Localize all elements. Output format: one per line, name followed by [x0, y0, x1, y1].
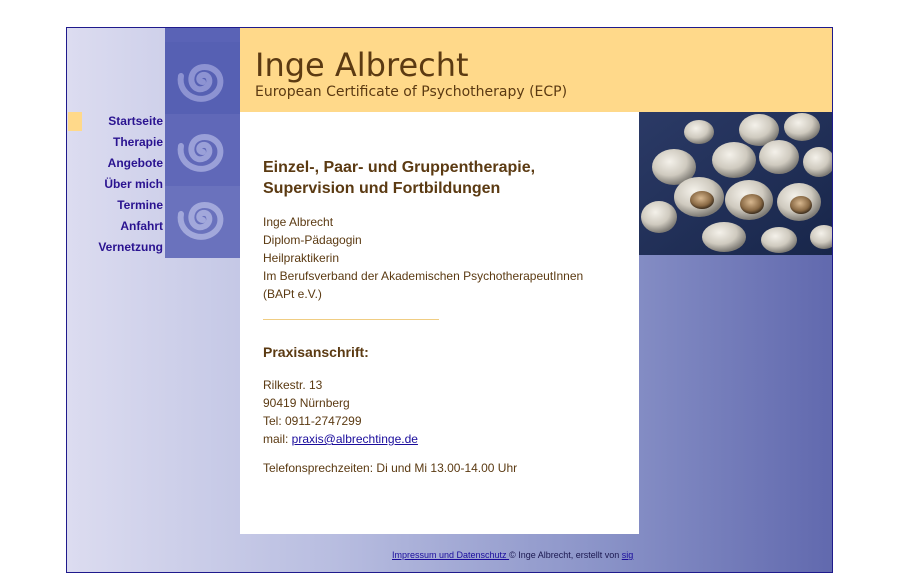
nav-item-startseite[interactable]: Startseite [67, 111, 163, 132]
bio-line: Inge Albrecht [263, 215, 334, 229]
address-block: Rilkestr. 13 90419 Nürnberg Tel: 0911-27… [263, 376, 623, 448]
site-subtitle: European Certificate of Psychotherapy (E… [255, 84, 568, 100]
address-phone: Tel: 0911-2747299 [263, 414, 362, 428]
page-heading: Einzel-, Paar- und Gruppentherapie, Supe… [263, 157, 623, 199]
nav-item-therapie[interactable]: Therapie [67, 132, 163, 153]
address-mail: mail: praxis@albrechtinge.de [263, 430, 623, 448]
nav-item-ueber-mich[interactable]: Über mich [67, 174, 163, 195]
phone-hours: Telefonsprechzeiten: Di und Mi 13.00-14.… [263, 461, 518, 475]
mail-link[interactable]: praxis@albrechtinge.de [292, 432, 418, 446]
heading-line: Einzel-, Paar- und Gruppentherapie, [263, 159, 536, 176]
impressum-link[interactable]: Impressum und Datenschutz [392, 550, 509, 560]
nav-item-label: Anfahrt [120, 219, 163, 233]
bio-line: Im Berufsverband der Akademischen Psycho… [263, 269, 584, 283]
address-heading: Praxisanschrift: [263, 344, 369, 360]
bio-line: Heilpraktikerin [263, 251, 340, 265]
page-footer: Impressum und Datenschutz © Inge Albrech… [392, 550, 633, 560]
site-title: Inge Albrecht [255, 46, 469, 84]
mail-prefix: mail: [263, 432, 292, 446]
nav-item-label: Termine [117, 198, 163, 212]
nav-item-label: Startseite [108, 114, 163, 128]
address-city: 90419 Nürnberg [263, 396, 350, 410]
bio-line: (BAPt e.V.) [263, 287, 322, 301]
heading-line: Supervision und Fortbildungen [263, 180, 501, 197]
bio-line: Diplom-Pädagogin [263, 233, 362, 247]
author-link[interactable]: sig [622, 550, 634, 560]
spiral-icon [165, 42, 240, 114]
main-content: Einzel-, Paar- und Gruppentherapie, Supe… [240, 112, 639, 534]
spiral-icon [165, 114, 240, 186]
nav-item-anfahrt[interactable]: Anfahrt [67, 216, 163, 237]
nav-item-vernetzung[interactable]: Vernetzung [67, 237, 163, 258]
main-navigation: Startseite Therapie Angebote Über mich T… [67, 111, 163, 258]
nav-item-label: Über mich [104, 177, 163, 191]
copyright-text: © Inge Albrecht, erstellt von [509, 550, 622, 560]
nav-item-label: Vernetzung [98, 240, 163, 254]
page-frame: Inge Albrecht European Certificate of Ps… [66, 27, 833, 573]
nav-item-angebote[interactable]: Angebote [67, 153, 163, 174]
nav-item-termine[interactable]: Termine [67, 195, 163, 216]
spiral-icon [165, 186, 240, 258]
address-street: Rilkestr. 13 [263, 378, 323, 392]
snail-shells-photo [639, 112, 832, 255]
spiral-decoration-column [165, 28, 240, 258]
site-header: Inge Albrecht European Certificate of Ps… [240, 28, 832, 112]
section-divider [263, 319, 439, 320]
active-nav-marker [68, 112, 82, 131]
bio-block: Inge Albrecht Diplom-Pädagogin Heilprakt… [263, 213, 623, 303]
nav-item-label: Angebote [107, 156, 163, 170]
nav-item-label: Therapie [112, 135, 163, 149]
